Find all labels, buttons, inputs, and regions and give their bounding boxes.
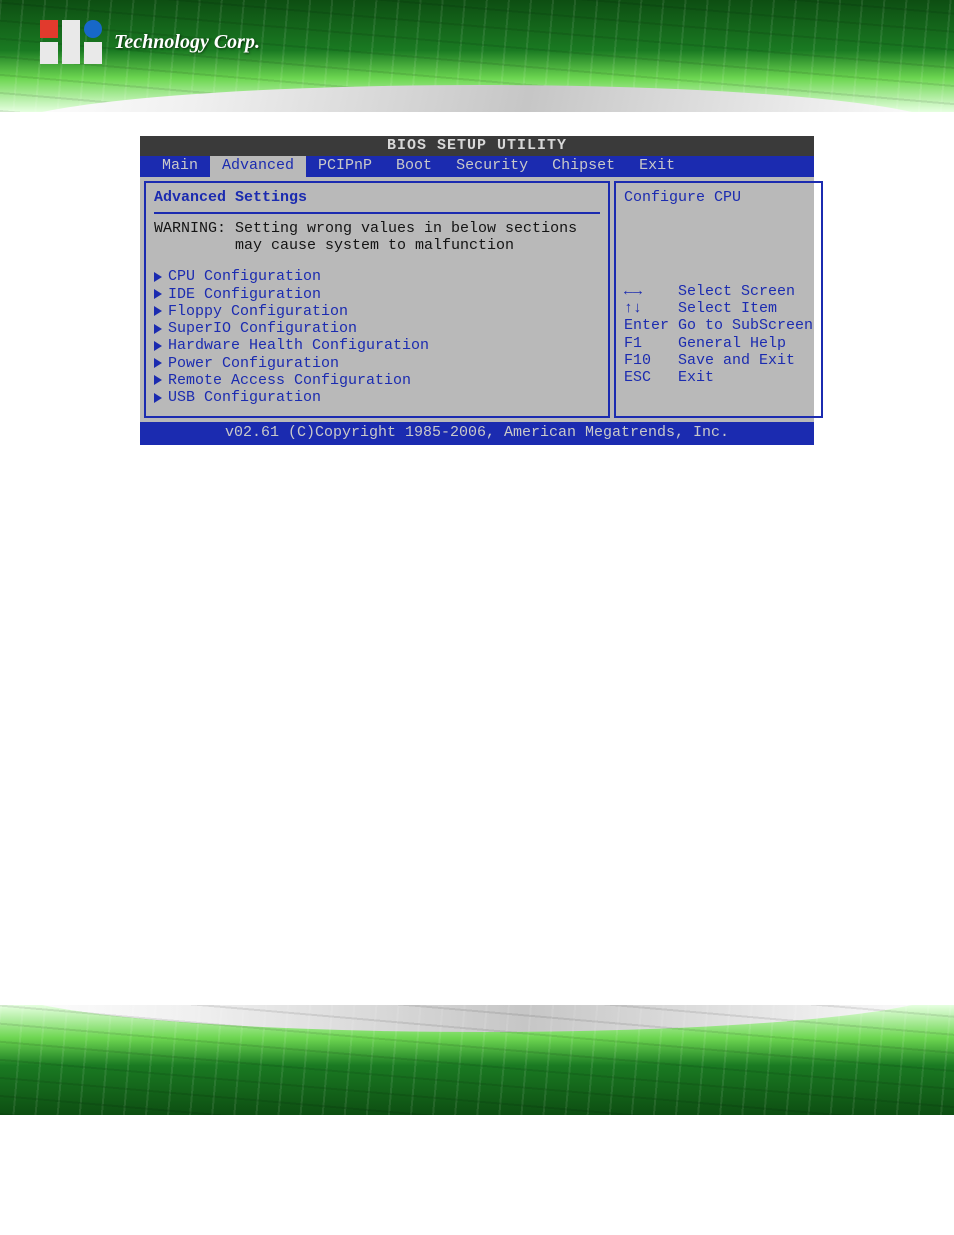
tab-pcipnp[interactable]: PCIPnP — [306, 156, 384, 176]
menu-remote-access-configuration[interactable]: Remote Access Configuration — [154, 372, 600, 389]
menu-superio-configuration[interactable]: SuperIO Configuration — [154, 320, 600, 337]
submenu-arrow-icon — [154, 324, 162, 334]
menu-hardware-health-configuration[interactable]: Hardware Health Configuration — [154, 337, 600, 354]
tab-boot[interactable]: Boot — [384, 156, 444, 176]
key-action: Go to SubScreen — [678, 317, 813, 334]
bios-left-panel: Advanced Settings WARNING: Setting wrong… — [144, 181, 610, 419]
key-action: Save and Exit — [678, 352, 795, 369]
menu-item-label: Power Configuration — [168, 355, 339, 372]
submenu-arrow-icon — [154, 306, 162, 316]
bios-footer: v02.61 (C)Copyright 1985-2006, American … — [140, 422, 814, 444]
key-row: ESC Exit — [624, 369, 813, 386]
submenu-arrow-icon — [154, 358, 162, 368]
menu-floppy-configuration[interactable]: Floppy Configuration — [154, 303, 600, 320]
key-action: General Help — [678, 335, 786, 352]
section-title: Advanced Settings — [154, 189, 600, 208]
menu-item-label: USB Configuration — [168, 389, 321, 406]
menu-usb-configuration[interactable]: USB Configuration — [154, 389, 600, 406]
key-name: F10 — [624, 352, 678, 369]
key-legend: ←→ Select Screen ↑↓ Select Item Enter Go… — [624, 283, 813, 387]
section-divider — [154, 212, 600, 214]
bios-body: Advanced Settings WARNING: Setting wrong… — [140, 177, 814, 423]
bios-help-panel: Configure CPU ←→ Select Screen ↑↓ Select… — [614, 181, 823, 419]
key-action: Exit — [678, 369, 714, 386]
menu-ide-configuration[interactable]: IDE Configuration — [154, 286, 600, 303]
help-text: Configure CPU — [624, 189, 813, 206]
submenu-arrow-icon — [154, 341, 162, 351]
key-name: ←→ — [624, 283, 678, 300]
menu-item-label: SuperIO Configuration — [168, 320, 357, 337]
key-action: Select Screen — [678, 283, 795, 300]
menu-item-label: Hardware Health Configuration — [168, 337, 429, 354]
submenu-arrow-icon — [154, 375, 162, 385]
menu-power-configuration[interactable]: Power Configuration — [154, 355, 600, 372]
key-name: ESC — [624, 369, 678, 386]
brand-logo: Technology Corp. — [40, 20, 260, 64]
menu-item-label: Remote Access Configuration — [168, 372, 411, 389]
tab-advanced[interactable]: Advanced — [210, 156, 306, 176]
key-action: Select Item — [678, 300, 777, 317]
key-name: Enter — [624, 317, 678, 334]
bios-title: BIOS SETUP UTILITY — [140, 136, 814, 156]
menu-item-label: IDE Configuration — [168, 286, 321, 303]
menu-item-label: Floppy Configuration — [168, 303, 348, 320]
bios-window: BIOS SETUP UTILITY Main Advanced PCIPnP … — [140, 136, 814, 445]
bios-tab-bar: Main Advanced PCIPnP Boot Security Chips… — [140, 156, 814, 176]
menu-cpu-configuration[interactable]: CPU Configuration — [154, 268, 600, 285]
key-name: F1 — [624, 335, 678, 352]
tab-security[interactable]: Security — [444, 156, 540, 176]
brand-logo-mark — [40, 20, 102, 64]
submenu-arrow-icon — [154, 393, 162, 403]
key-row: ←→ Select Screen — [624, 283, 813, 300]
key-row: Enter Go to SubScreen — [624, 317, 813, 334]
submenu-arrow-icon — [154, 289, 162, 299]
tab-main[interactable]: Main — [150, 156, 210, 176]
key-row: ↑↓ Select Item — [624, 300, 813, 317]
page-header-banner: Technology Corp. — [0, 0, 954, 112]
submenu-arrow-icon — [154, 272, 162, 282]
banner-circuit-pattern — [0, 1005, 954, 1115]
tab-exit[interactable]: Exit — [627, 156, 687, 176]
page-footer-banner — [0, 1005, 954, 1115]
key-row: F10 Save and Exit — [624, 352, 813, 369]
warning-text: WARNING: Setting wrong values in below s… — [154, 220, 600, 255]
menu-item-label: CPU Configuration — [168, 268, 321, 285]
brand-logo-text: Technology Corp. — [114, 31, 260, 54]
tab-chipset[interactable]: Chipset — [540, 156, 627, 176]
key-name: ↑↓ — [624, 300, 678, 317]
key-row: F1 General Help — [624, 335, 813, 352]
